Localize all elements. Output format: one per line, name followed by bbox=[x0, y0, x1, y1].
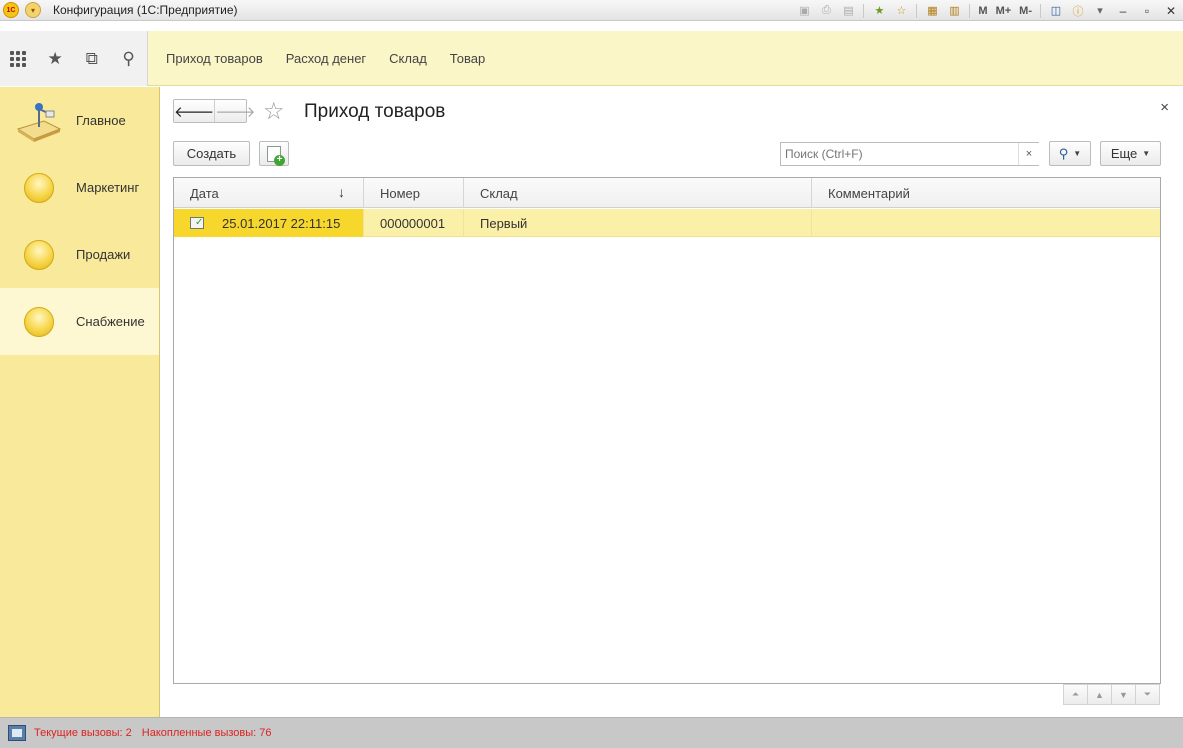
cell-date-value: 25.01.2017 22:11:15 bbox=[222, 215, 341, 231]
column-header-date[interactable]: Дата ↓ bbox=[174, 178, 364, 208]
toolbar-separator bbox=[969, 3, 971, 18]
sidebar-item-label: Продажи bbox=[76, 247, 131, 262]
topnav-item-money-expense[interactable]: Расход денег bbox=[286, 51, 366, 66]
section-ball-icon bbox=[14, 230, 64, 280]
topnav-item-goods-receipt[interactable]: Приход товаров bbox=[166, 51, 263, 66]
window-title: Конфигурация (1С:Предприятие) bbox=[53, 3, 238, 17]
toolbar-separator bbox=[863, 3, 865, 18]
table-row[interactable]: 25.01.2017 22:11:15 000000001 Первый bbox=[174, 209, 1160, 237]
scroll-to-top-icon[interactable]: ⏶ bbox=[1063, 684, 1088, 705]
memory-m-button[interactable]: M bbox=[978, 5, 987, 17]
memory-minus-button[interactable]: M- bbox=[1019, 5, 1032, 17]
add-favorite-icon[interactable]: ★ bbox=[870, 2, 888, 20]
topnav-item-product[interactable]: Товар bbox=[450, 51, 485, 66]
panels-icon[interactable]: ◫ bbox=[1047, 2, 1065, 20]
scroll-to-bottom-icon[interactable]: ⏷ bbox=[1135, 684, 1160, 705]
sidebar-item-sales[interactable]: Продажи bbox=[0, 221, 159, 288]
chevron-down-icon[interactable]: ▾ bbox=[1091, 2, 1109, 20]
sidebar-item-supply[interactable]: Снабжение bbox=[0, 288, 159, 355]
section-ball-icon bbox=[14, 163, 64, 213]
cell-warehouse[interactable]: Первый bbox=[464, 209, 812, 237]
toolbar-separator bbox=[1040, 3, 1041, 18]
top-panel: ★ ⧉ ⚲ Приход товаров Расход денег Склад … bbox=[0, 31, 1183, 86]
sidebar-item-marketing[interactable]: Маркетинг bbox=[0, 154, 159, 221]
sidebar-item-label: Снабжение bbox=[76, 314, 145, 329]
column-header-label: Номер bbox=[380, 185, 421, 201]
more-button[interactable]: Еще ▼ bbox=[1100, 141, 1161, 166]
topnav-item-warehouse[interactable]: Склад bbox=[389, 51, 427, 66]
sort-descending-icon: ↓ bbox=[338, 184, 345, 200]
column-header-label: Комментарий bbox=[828, 185, 910, 201]
top-icons-panel: ★ ⧉ ⚲ bbox=[0, 31, 148, 86]
search-input[interactable] bbox=[780, 142, 1039, 166]
forward-arrow-icon[interactable]: 🡒 bbox=[214, 100, 255, 122]
search-button[interactable]: ⚲ ▼ bbox=[1049, 141, 1091, 166]
desk-lamp-icon bbox=[14, 96, 64, 146]
table-header: Дата ↓ Номер Склад Комментарий bbox=[174, 178, 1160, 208]
cell-comment[interactable] bbox=[812, 209, 1160, 237]
sections-sidebar: Главное Маркетинг Продажи Снабжение bbox=[0, 87, 160, 717]
add-document-icon bbox=[267, 145, 285, 166]
favorite-star-icon[interactable]: ☆ bbox=[263, 97, 285, 126]
all-functions-icon[interactable] bbox=[0, 31, 37, 86]
info-icon[interactable]: ⓘ bbox=[1069, 2, 1087, 20]
sidebar-item-label: Главное bbox=[76, 113, 126, 128]
list-scroll-buttons: ⏶ ▲ ▼ ⏷ bbox=[1063, 684, 1160, 705]
column-header-warehouse[interactable]: Склад bbox=[464, 178, 812, 208]
toolbar-separator bbox=[916, 3, 918, 18]
add-copy-button[interactable] bbox=[259, 141, 289, 166]
more-button-label: Еще bbox=[1110, 146, 1138, 161]
search-icon[interactable]: ⚲ bbox=[110, 31, 147, 86]
calculator-icon[interactable]: ▦ bbox=[923, 2, 941, 20]
preview-icon[interactable]: ▤ bbox=[839, 2, 857, 20]
favorites-star-icon[interactable]: ★ bbox=[37, 31, 74, 86]
favorites-icon[interactable]: ☆ bbox=[892, 2, 910, 20]
1c-logo-icon[interactable]: 1С bbox=[3, 2, 19, 18]
create-button[interactable]: Создать bbox=[173, 141, 250, 166]
chevron-down-icon: ▼ bbox=[1073, 149, 1082, 158]
section-ball-icon bbox=[14, 297, 64, 347]
open-windows-nav: Приход товаров Расход денег Склад Товар bbox=[166, 31, 508, 86]
list-form: 🡐 🡒 ☆ Приход товаров × Создать × ⚲ ▼ Еще… bbox=[161, 87, 1183, 717]
column-header-comment[interactable]: Комментарий bbox=[812, 178, 1160, 208]
close-window-icon[interactable]: ✕ bbox=[1159, 2, 1183, 20]
memory-plus-button[interactable]: M+ bbox=[996, 5, 1012, 17]
chevron-down-icon: ▼ bbox=[1142, 149, 1151, 158]
posted-document-icon bbox=[190, 217, 204, 229]
sidebar-item-main[interactable]: Главное bbox=[0, 87, 159, 154]
clear-search-icon[interactable]: × bbox=[1018, 143, 1039, 165]
close-icon[interactable]: × bbox=[1160, 99, 1169, 116]
save-icon[interactable]: ▣ bbox=[795, 2, 813, 20]
title-bar: 1С ▾ Конфигурация (1С:Предприятие) ▣ ⎙ ▤… bbox=[0, 0, 1183, 21]
column-header-label: Дата bbox=[190, 185, 219, 201]
print-icon[interactable]: ⎙ bbox=[817, 2, 835, 20]
back-arrow-icon[interactable]: 🡐 bbox=[174, 100, 214, 122]
column-header-label: Склад bbox=[480, 185, 518, 201]
main-menu-icon[interactable]: ▾ bbox=[25, 2, 41, 18]
history-icon[interactable]: ⧉ bbox=[74, 31, 111, 86]
cell-date[interactable]: 25.01.2017 22:11:15 bbox=[174, 209, 364, 237]
minimize-icon[interactable]: – bbox=[1111, 2, 1135, 20]
title-bar-tools: ▣ ⎙ ▤ ★ ☆ ▦ ▥ M M+ M- ◫ ⓘ ▾ – ▫ ✕ bbox=[793, 0, 1183, 21]
magnifier-icon: ⚲ bbox=[1058, 145, 1069, 161]
sidebar-item-label: Маркетинг bbox=[76, 180, 140, 195]
performance-monitor-icon[interactable] bbox=[8, 725, 26, 741]
restore-icon[interactable]: ▫ bbox=[1135, 2, 1159, 20]
documents-table: Дата ↓ Номер Склад Комментарий 25.01.201… bbox=[173, 177, 1161, 684]
scroll-down-icon[interactable]: ▼ bbox=[1111, 684, 1136, 705]
current-calls-status: Текущие вызовы: 2 bbox=[34, 727, 132, 739]
column-header-number[interactable]: Номер bbox=[364, 178, 464, 208]
scroll-up-icon[interactable]: ▲ bbox=[1087, 684, 1112, 705]
history-nav-buttons: 🡐 🡒 bbox=[173, 99, 255, 123]
calendar-icon[interactable]: ▥ bbox=[945, 2, 963, 20]
cell-number[interactable]: 000000001 bbox=[364, 209, 464, 237]
accumulated-calls-status: Накопленные вызовы: 76 bbox=[141, 727, 272, 739]
page-title: Приход товаров bbox=[304, 101, 446, 122]
status-bar: Текущие вызовы: 2 Накопленные вызовы: 76 bbox=[0, 717, 1183, 748]
